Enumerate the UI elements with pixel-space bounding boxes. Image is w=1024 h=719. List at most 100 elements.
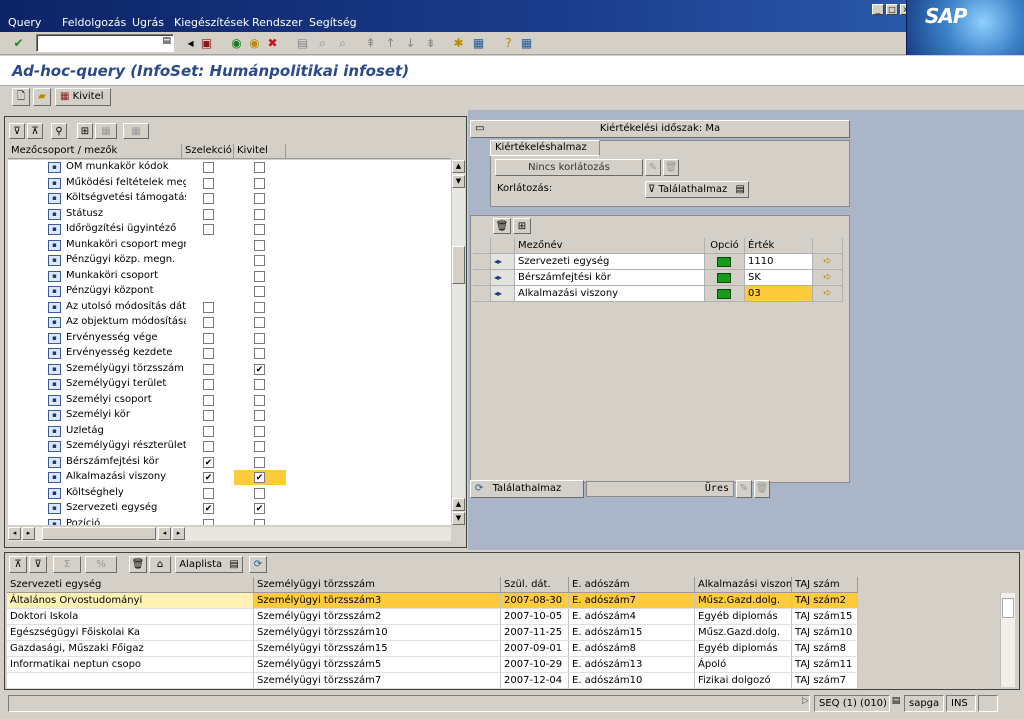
hierarchy-icon[interactable]: ⊞ (513, 218, 531, 234)
result-cell[interactable]: Fizikai dolgozó (695, 673, 792, 689)
delete-icon[interactable]: 🗑 (663, 159, 679, 176)
scroll-up-page-icon[interactable]: ▼ (452, 175, 465, 188)
selection-checkbox[interactable] (203, 348, 214, 359)
output-checkbox[interactable] (254, 162, 265, 173)
menu-feldolgozas[interactable]: Feldolgozás (62, 16, 126, 29)
value-input[interactable]: 1110 (745, 254, 813, 270)
back-small-icon[interactable]: ◂ (182, 35, 199, 52)
tree-horizontal-scrollbar[interactable]: ◂ ▸ ◂ ▸ (8, 527, 451, 541)
output-checkbox[interactable] (254, 317, 265, 328)
row-expand-button[interactable]: ◂▸ (491, 254, 515, 270)
hscroll-thumb[interactable] (42, 527, 156, 540)
tree-row[interactable]: ▪ Üzletág (8, 424, 451, 440)
first-page-icon[interactable]: ⇞ (362, 35, 379, 52)
collapse-all-icon[interactable]: ⊼ (27, 123, 43, 139)
tree-structure-icon[interactable]: ⊞ (77, 123, 93, 139)
maximize-button[interactable]: □ (886, 4, 898, 15)
tree-row[interactable]: ▪ Működési feltételek megá (8, 176, 451, 192)
tree-row[interactable]: ▪ Pénzügyi központ (8, 284, 451, 300)
layout-icon[interactable]: ▦ (518, 35, 535, 52)
output-checkbox[interactable] (254, 348, 265, 359)
scroll-thumb[interactable] (452, 246, 465, 284)
help-icon[interactable]: ? (500, 35, 517, 52)
result-cell[interactable]: Informatikai neptun csopo (7, 657, 254, 673)
output-checkbox[interactable] (254, 425, 265, 437)
result-cell[interactable]: Műsz.Gazd.dolg. (695, 625, 792, 641)
kivitel-button[interactable]: ▦ Kivitel (55, 88, 111, 106)
tab-kiertekeleshalmaz[interactable]: Kiértékeléshalmaz (490, 140, 600, 156)
output-checkbox[interactable] (254, 410, 265, 421)
result-cell[interactable]: 2007-10-29 (501, 657, 569, 673)
selection-checkbox[interactable] (203, 518, 214, 525)
scroll-down-page-icon[interactable]: ▲ (452, 498, 465, 511)
sort-asc-icon[interactable]: ⊼ (9, 556, 27, 573)
result-col-header[interactable]: Szül. dát. (501, 577, 569, 593)
selection-checkbox[interactable] (203, 441, 214, 452)
result-cell[interactable]: TAJ szám2 (792, 593, 858, 609)
tree-row[interactable]: ▪ Időrögzítési ügyintéző (8, 222, 451, 238)
output-checkbox[interactable] (254, 286, 265, 297)
result-cell[interactable]: TAJ szám8 (792, 641, 858, 657)
binoculars-icon[interactable]: ⚲ (51, 123, 67, 139)
status-expand-icon[interactable]: ▷ (802, 696, 809, 706)
result-vertical-scrollbar[interactable] (1000, 593, 1015, 687)
exit-icon[interactable]: ◉ (246, 35, 263, 52)
dropdown-icon[interactable]: ▤ (162, 36, 171, 46)
result-cell[interactable]: Személyügyi törzsszám10 (254, 625, 501, 641)
grid-select-all[interactable] (473, 238, 491, 254)
multiple-selection-button[interactable]: ➪ (813, 286, 843, 302)
result-cell[interactable]: Személyügyi törzsszám15 (254, 641, 501, 657)
scroll-up-icon[interactable]: ▲ (452, 160, 465, 173)
option-button[interactable] (705, 286, 745, 302)
tree-row[interactable]: ▪ Munkaköri csoport (8, 269, 451, 285)
find-next-icon[interactable]: ⌕ (334, 35, 351, 52)
tree-row[interactable]: ▪ OM munkakör kódok (8, 160, 451, 176)
shortcut-icon[interactable]: ▦ (470, 35, 487, 52)
result-cell[interactable]: Gazdasági, Műszaki Főigaz (7, 641, 254, 657)
output-checkbox[interactable] (254, 301, 265, 313)
back-icon[interactable]: ◉ (228, 35, 245, 52)
layout-dropdown[interactable]: Alaplista ▤ (175, 556, 243, 573)
hitlist-button[interactable]: ⟳ Találathalmaz (470, 480, 584, 498)
selection-checkbox[interactable] (203, 162, 214, 173)
tree-vertical-scrollbar[interactable]: ▲ ▼ ▲ ▼ (451, 160, 465, 525)
tree-row[interactable]: ▪ Pozíció (8, 517, 451, 525)
selection-checkbox[interactable] (203, 363, 214, 375)
selection-checkbox[interactable] (203, 503, 214, 514)
result-cell[interactable]: TAJ szám10 (792, 625, 858, 641)
result-cell[interactable]: E. adószám7 (569, 593, 695, 609)
tree-row[interactable]: ▪ Érvényesség kezdete (8, 346, 451, 362)
result-cell[interactable]: 2007-09-01 (501, 641, 569, 657)
trash-icon[interactable]: 🗑 (493, 218, 511, 234)
tree-row[interactable]: ▪ Személyügyi részterület (8, 439, 451, 455)
last-page-icon[interactable]: ⇟ (422, 35, 439, 52)
tree-config-icon[interactable]: ▦ (95, 123, 117, 139)
subtotal-icon[interactable]: % (85, 556, 117, 573)
result-col-header[interactable]: E. adószám (569, 577, 695, 593)
selection-checkbox[interactable] (203, 301, 214, 313)
tree-row[interactable]: ▪ Személyügyi törzsszám (8, 362, 451, 378)
multiple-selection-button[interactable]: ➪ (813, 254, 843, 270)
result-col-header[interactable]: Szervezeti egység (7, 577, 254, 593)
output-checkbox[interactable] (254, 472, 265, 483)
result-col-header[interactable]: Személyügyi törzsszám (254, 577, 501, 593)
result-scroll-thumb[interactable] (1002, 598, 1014, 618)
refresh-list-icon[interactable]: ⟳ (249, 556, 267, 573)
restriction-dropdown[interactable]: ⊽ Találathalmaz ▤ (645, 181, 749, 198)
selection-checkbox[interactable] (203, 208, 214, 220)
output-checkbox[interactable] (254, 332, 265, 344)
sum-icon[interactable]: Σ (53, 556, 81, 573)
prev-page-icon[interactable]: ↑ (382, 35, 399, 52)
export-icon[interactable]: ⌂ (149, 556, 171, 573)
selection-checkbox[interactable] (203, 379, 214, 390)
selection-checkbox[interactable] (203, 456, 214, 468)
result-cell[interactable]: Általános Orvostudományi (7, 593, 254, 609)
selection-checkbox[interactable] (203, 410, 214, 421)
tree-row[interactable]: ▪ Alkalmazási viszony (8, 470, 451, 486)
scroll-right-icon[interactable]: ▸ (172, 527, 185, 540)
result-cell[interactable]: Személyügyi törzsszám5 (254, 657, 501, 673)
result-cell[interactable]: E. adószám8 (569, 641, 695, 657)
delete-rows-icon[interactable]: 🗑 (129, 556, 147, 573)
selection-checkbox[interactable] (203, 224, 214, 235)
output-checkbox[interactable] (254, 394, 265, 406)
